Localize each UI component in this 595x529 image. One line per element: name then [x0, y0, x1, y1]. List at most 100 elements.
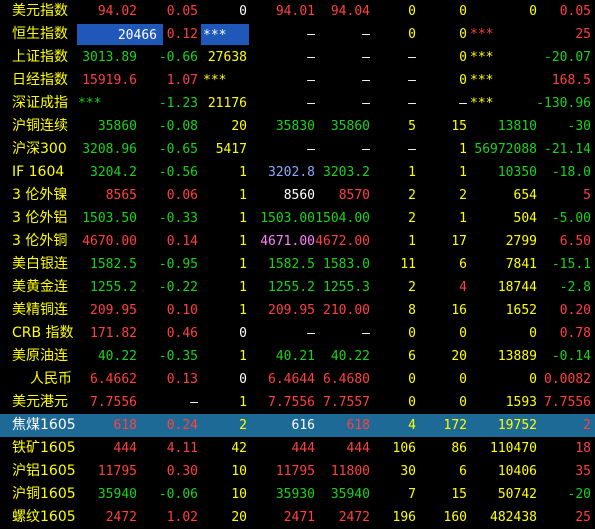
quote-col-1: 1255.2	[90, 280, 137, 295]
quote-row[interactable]: 沪铝1605 11795 0.30 10 11795 11800 30 6 10406 35	[0, 460, 595, 483]
instrument-name: 美精铜连	[12, 302, 68, 318]
quote-col-5: —	[362, 326, 370, 341]
quote-col-2: -1.23	[158, 96, 198, 111]
quote-row[interactable]: 美元港元 7.7556 — 1 7.7556 7.7557 0 0 1593 7.7556	[0, 391, 595, 414]
quote-row[interactable]: 恒生指数 20466 0.12 *** — —0 0 *** 25	[0, 23, 595, 46]
quote-col-9: 0.0082	[544, 372, 591, 387]
quote-col-6: 11	[400, 257, 416, 272]
quote-col-7: 1	[459, 142, 467, 157]
quote-row[interactable]: 深证成指 *** -1.23 21176— — — — *** -130.96	[0, 92, 595, 115]
quote-row[interactable]: 人民币 6.4662 0.13 0 6.4644 6.4680 0 0 0 0.0082	[0, 368, 595, 391]
quote-col-4: 40.21	[275, 349, 315, 364]
quote-row[interactable]: CRB 指数 171.82 0.46 0 — — 0 0 0 0.78	[0, 322, 595, 345]
quote-col-6: —	[408, 96, 416, 111]
quote-col-2: 0.30	[166, 464, 198, 479]
quote-col-2: 0.10	[166, 303, 198, 318]
quote-col-7: 0	[459, 326, 467, 341]
quote-col-4: 35830	[275, 119, 315, 134]
quote-col-2: —	[190, 395, 198, 410]
quote-col-1: 2472	[105, 510, 137, 525]
quote-row[interactable]: 铁矿1605 444 4.11 42 444 444 106 86 110470 18	[0, 437, 595, 460]
quote-col-6: 196	[392, 510, 416, 525]
quote-col-8: ***	[470, 73, 494, 88]
quote-col-8: 1593	[505, 395, 537, 410]
instrument-name: 3 伦外镍	[12, 187, 68, 203]
quote-col-7: 6	[459, 257, 467, 272]
quote-col-5: 94.04	[330, 4, 370, 19]
quote-row[interactable]: 美元指数 94.02 0.05 0 94.01 94.04 0 0 0 0.05	[0, 0, 595, 23]
quote-row[interactable]: 美白银连 1582.5 -0.95 1 1582.5 1583.0 11 6 7841 -15.1	[0, 253, 595, 276]
quote-col-2: -0.08	[158, 119, 198, 134]
quote-col-1: 4670.00	[82, 234, 137, 249]
quote-col-3: 42	[231, 441, 247, 456]
quote-col-1: 35940	[97, 487, 137, 502]
quote-col-2: -0.65	[158, 142, 198, 157]
quote-col-2: -0.95	[158, 257, 198, 272]
quote-col-5: 11800	[330, 464, 370, 479]
quote-col-5: 4672.00	[315, 234, 370, 249]
quote-col-7: 16	[451, 303, 467, 318]
quote-col-9: -0.14	[551, 349, 591, 364]
quote-col-9: -2.8	[559, 280, 591, 295]
quote-col-4: 8560	[283, 188, 315, 203]
quote-row[interactable]: 螺纹1605 2472 1.02 20 2471 2472 196 160 482438 25	[0, 506, 595, 529]
quote-row[interactable]: 焦煤1605 618 0.24 2 616 618 4 172 19752 2	[0, 414, 595, 437]
quote-col-6: 106	[392, 441, 416, 456]
quote-col-9: 0.05	[559, 4, 591, 19]
quote-row[interactable]: 3 伦外铜 4670.00 0.14 1 4671.00 4672.00 1 17 2799 6.…	[0, 230, 595, 253]
quote-col-6: 1	[408, 234, 416, 249]
quote-col-1: 3208.96	[82, 142, 137, 157]
quote-row[interactable]: 沪铜连续 35860 -0.08 20 35830 35860 5 15 13810 -30	[0, 115, 595, 138]
quote-row[interactable]: 美黄金连 1255.2 -0.22 1 1255.2 1255.3 2 4 18744 -2.8	[0, 276, 595, 299]
quote-col-3: 1	[239, 188, 247, 203]
quote-col-9: -18.0	[551, 165, 591, 180]
quote-col-8: 7841	[505, 257, 537, 272]
quote-col-9: 25	[575, 27, 591, 42]
quote-col-4: —	[307, 96, 315, 111]
quote-col-2: 0.12	[166, 27, 198, 42]
quote-col-4: 4671.00	[260, 234, 315, 249]
quote-col-8: 10406	[497, 464, 537, 479]
quote-col-3: 1	[239, 211, 247, 226]
price-input-box[interactable]: 20466	[77, 24, 163, 45]
quote-row[interactable]: 3 伦外镍 8565 0.06 1 8560 8570 2 2 654 5	[0, 184, 595, 207]
quote-col-1: 171.82	[90, 326, 137, 341]
quote-row[interactable]: 3 伦外铝 1503.50 -0.33 1 1503.00 1504.00 2 1 504 -5.…	[0, 207, 595, 230]
quote-row[interactable]: 沪深300 3208.96 -0.65 5417 — — — 1 56972088 -21.14	[0, 138, 595, 161]
quote-col-7: 15	[451, 487, 467, 502]
quote-col-3: 5417	[215, 142, 247, 157]
quote-row[interactable]: 沪铜1605 35940 -0.06 10 35930 35940 7 15 50742 -20	[0, 483, 595, 506]
quote-col-7: 0	[459, 395, 467, 410]
quote-col-6: 30	[400, 464, 416, 479]
quote-col-4: 444	[291, 441, 315, 456]
quote-col-7: 0	[459, 73, 467, 88]
quote-col-1: 94.02	[97, 4, 137, 19]
quote-col-5: 8570	[338, 188, 370, 203]
quote-col-6: 4	[408, 418, 416, 433]
quote-row[interactable]: 美原油连 40.22 -0.35 1 40.21 40.22 6 20 13889 -0.14	[0, 345, 595, 368]
instrument-name: 美白银连	[12, 256, 68, 272]
quote-col-6: 2	[408, 188, 416, 203]
quote-col-2: -0.06	[158, 487, 198, 502]
quote-col-3: 1	[239, 395, 247, 410]
quote-col-7: 0	[459, 4, 467, 19]
quote-col-8: ***	[470, 50, 494, 65]
quote-col-5: 444	[346, 441, 370, 456]
quote-col-2: 0.24	[166, 418, 198, 433]
quote-col-5: 35860	[330, 119, 370, 134]
quote-col-9: 18	[575, 441, 591, 456]
quote-col-6: 0	[408, 395, 416, 410]
quote-col-8: 504	[513, 211, 537, 226]
quote-row[interactable]: 日经指数 15919.6 1.07 *** — — —0 *** 168.5	[0, 69, 595, 92]
quote-col-1: 1582.5	[90, 257, 137, 272]
quote-row[interactable]: 上证指数 3013.89 -0.66 27638 — — — 0 *** -20.07	[0, 46, 595, 69]
quote-col-5: 7.7557	[323, 395, 370, 410]
quote-row[interactable]: 美精铜连 209.95 0.10 1 209.95 210.00 8 16 1652 0.20	[0, 299, 595, 322]
quote-col-2: 0.05	[166, 4, 198, 19]
quote-row[interactable]: IF 1604 3204.2 -0.56 1 3202.8 3203.2 1 1 10350 -1…	[0, 161, 595, 184]
quote-col-2: -0.66	[158, 50, 198, 65]
instrument-name: IF 1604	[12, 164, 65, 180]
quote-col-1: 3204.2	[90, 165, 137, 180]
alert-box[interactable]: ***	[201, 24, 249, 45]
quote-col-5: —	[362, 73, 370, 88]
